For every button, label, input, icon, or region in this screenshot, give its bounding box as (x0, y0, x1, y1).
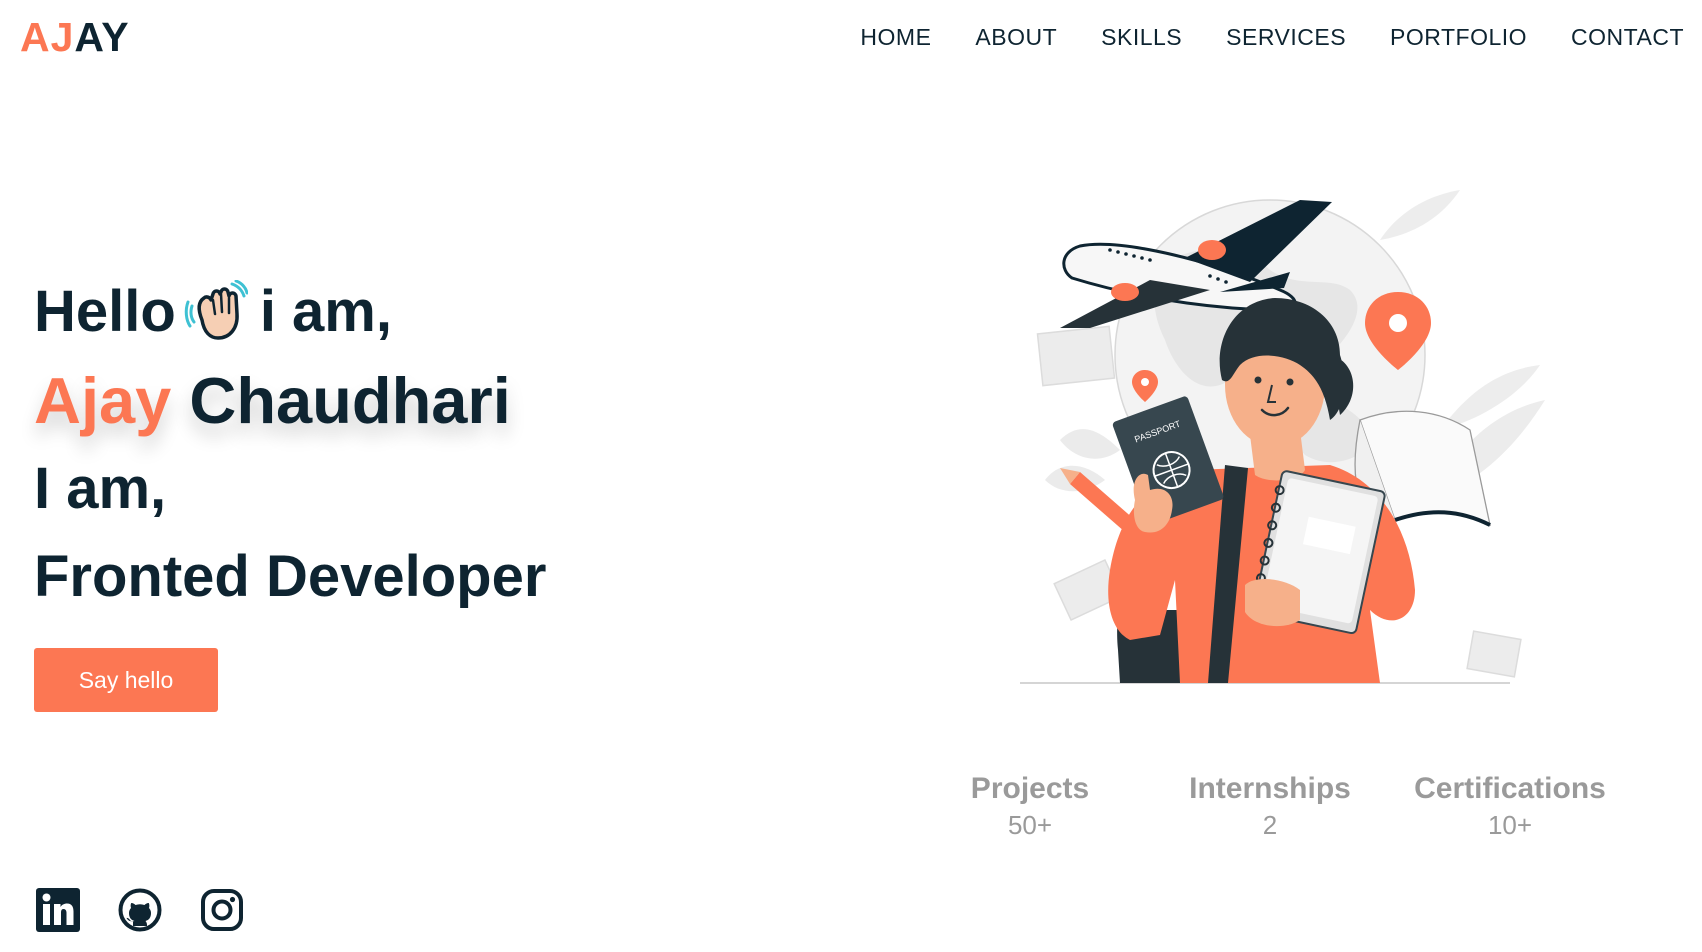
logo[interactable]: AJAY (20, 14, 130, 61)
full-name: Ajay Chaudhari (34, 368, 511, 433)
stat-title: Projects (970, 772, 1090, 805)
intro-line: I am, (34, 456, 167, 521)
linkedin-icon[interactable] (36, 888, 80, 932)
nav-about[interactable]: ABOUT (975, 24, 1057, 51)
stat-internships: Internships 2 (1189, 772, 1351, 841)
role-title: Fronted Developer (34, 544, 547, 609)
nav-skills[interactable]: SKILLS (1101, 24, 1182, 51)
stat-title: Certifications (1414, 772, 1606, 805)
greeting-end: i am, (259, 279, 392, 344)
nav-contact[interactable]: CONTACT (1571, 24, 1684, 51)
travel-student-illustration: PASSPORT (1020, 190, 1545, 684)
stat-value: 50+ (1007, 810, 1053, 840)
nav-portfolio[interactable]: PORTFOLIO (1390, 24, 1527, 51)
social-links (36, 888, 244, 932)
stat-projects: Projects 50+ (971, 772, 1089, 841)
stat-value: 2 (1262, 810, 1278, 840)
last-name: Chaudhari (189, 364, 511, 437)
stat-title: Internships (1189, 772, 1351, 805)
say-hello-button[interactable]: Say hello (34, 648, 218, 712)
nav-services[interactable]: SERVICES (1226, 24, 1346, 51)
greeting-start: Hello (34, 279, 176, 344)
waving-hand-icon (184, 280, 248, 340)
greeting-line: Hello i am, (34, 280, 392, 344)
nav-home[interactable]: HOME (860, 24, 931, 51)
logo-part-accent: AJ (20, 14, 75, 60)
first-name: Ajay (34, 364, 172, 437)
main-nav: HOME ABOUT SKILLS SERVICES PORTFOLIO CON… (860, 24, 1684, 51)
github-icon[interactable] (118, 888, 162, 932)
instagram-icon[interactable] (200, 888, 244, 932)
stat-value: 10+ (1487, 810, 1533, 840)
logo-part-dark: AY (74, 14, 130, 60)
stat-certifications: Certifications 10+ (1414, 772, 1606, 841)
